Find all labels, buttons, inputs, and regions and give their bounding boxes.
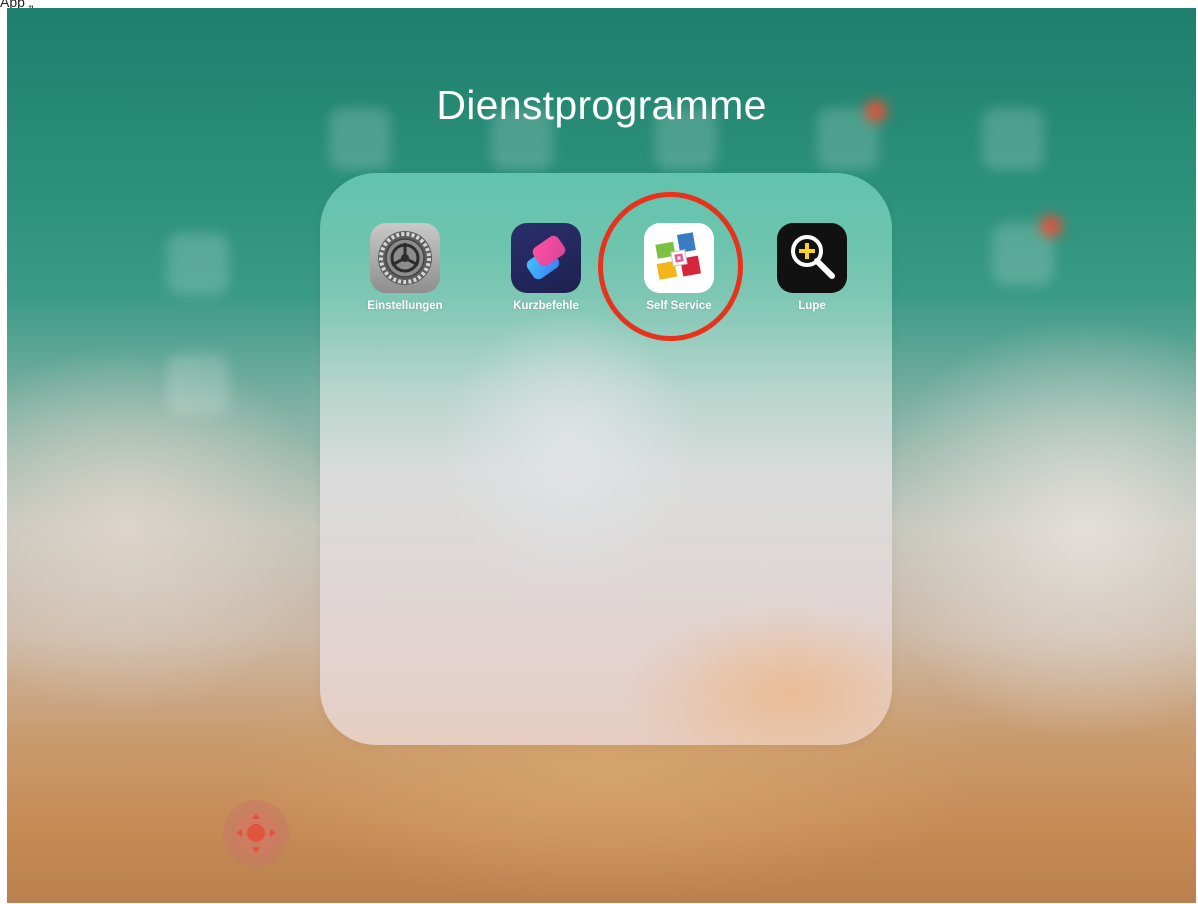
highlight-circle [598,191,743,342]
app-label: Kurzbefehle [513,300,579,312]
assistive-touch-button[interactable] [223,800,289,866]
app-einstellungen[interactable]: Einstellungen [355,223,455,312]
blurred-app-icon [992,215,1062,285]
settings-gear-icon [370,223,440,293]
page: App „ Dienstprogramme Einstellungen Kurz… [0,0,1198,904]
app-lupe[interactable]: Lupe [762,223,862,312]
top-caption: App „ [0,0,34,10]
app-label: Einstellungen [367,300,443,312]
blurred-app-icon [167,353,229,415]
blurred-app-icon [167,233,229,295]
app-kurzbefehle[interactable]: Kurzbefehle [496,223,596,312]
assistive-touch-icon [234,811,278,855]
magnifier-icon [777,223,847,293]
app-label: Lupe [798,300,826,312]
shortcuts-icon [511,223,581,293]
ipad-home-screen: Dienstprogramme Einstellungen Kurzbefehl… [7,8,1196,903]
folder-title: Dienstprogramme [436,82,767,128]
